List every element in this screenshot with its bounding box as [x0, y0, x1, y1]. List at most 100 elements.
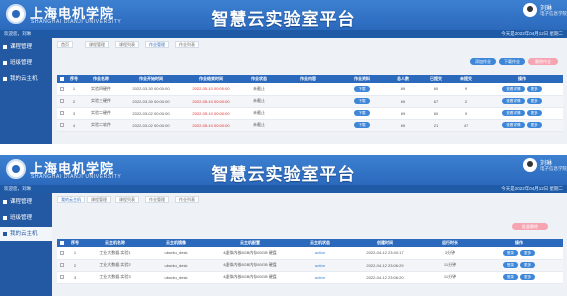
table-row: 4 实验二软件 2022-03-02 00:00:00 2022-05-10 0…: [57, 119, 563, 132]
row-checkbox[interactable]: [57, 95, 67, 108]
total-count: 69: [385, 119, 421, 132]
tab-homework-list[interactable]: 作业列表: [175, 41, 199, 48]
column-header: 作业内容: [277, 75, 339, 83]
homework-name: 实验三硬件: [81, 95, 121, 108]
homework-table: 序号 作业名称 作业开始时间 作业结束时间 作业状态 作业内容 作业资料 总人数…: [57, 75, 563, 132]
run-duration: 3分钟: [425, 247, 475, 260]
platform-title: 智慧云实验室平台: [211, 165, 356, 184]
row-number: 3: [67, 271, 83, 284]
start-time: 2022-03-02 00:00:00: [121, 119, 181, 132]
tab-course[interactable]: 课程管理: [85, 41, 109, 48]
column-header: 未提交: [451, 75, 481, 83]
batch-delete-button[interactable]: 批量删除: [512, 223, 548, 230]
column-header: 总人数: [385, 75, 421, 83]
view-details-button[interactable]: 查看详情: [502, 85, 525, 92]
row-checkbox[interactable]: [57, 247, 67, 260]
created-time: 2022-04-12 23:06:29: [345, 259, 425, 272]
more-button[interactable]: 更多: [526, 98, 542, 104]
tab-cloud-host[interactable]: 我的云主机: [57, 196, 85, 203]
download-button[interactable]: 下载: [354, 85, 370, 92]
more-button[interactable]: 更多: [526, 85, 542, 92]
homework-content: [277, 83, 339, 96]
download-button[interactable]: 下载: [354, 122, 370, 128]
info-bar: 欢迎您，刘琳 今天是2022年04月12日 星期二: [0, 185, 567, 193]
total-count: 69: [385, 95, 421, 108]
tab-homework[interactable]: 作业管理: [145, 196, 169, 203]
row-checkbox[interactable]: [57, 119, 67, 132]
user-role: 电子信息学院: [540, 11, 567, 16]
select-all-checkbox[interactable]: [57, 75, 67, 83]
view-details-button[interactable]: 查看详情: [502, 98, 525, 104]
homework-file-cell: 下载: [339, 83, 385, 96]
start-time: 2022-03-02 00:00:00: [121, 107, 181, 120]
sidebar-item-class[interactable]: 班级管理: [0, 56, 52, 70]
more-button[interactable]: 更多: [526, 122, 542, 128]
table-header: 序号 云主机名称 云主机镜像 云主机配置 云主机状态 创建时间 运行时长 操作: [57, 239, 563, 247]
view-details-button[interactable]: 查看详情: [502, 110, 525, 116]
host-name: 工业大数据-实验3: [83, 271, 147, 284]
homework-file-cell: 下载: [339, 95, 385, 108]
homework-name: 实验二硬件: [81, 107, 121, 120]
user-role: 电子信息学院: [540, 166, 567, 171]
sidebar: 课程管理 班级管理 我的云主机: [0, 38, 52, 144]
submitted-count: 67: [421, 95, 451, 108]
sidebar-item-label: 班级管理: [10, 215, 33, 221]
column-header: 已提交: [421, 75, 451, 83]
homework-content: [277, 107, 339, 120]
row-checkbox[interactable]: [57, 271, 67, 284]
homework-status: 未截止: [241, 107, 277, 120]
view-details-button[interactable]: 查看详情: [502, 122, 525, 128]
sidebar-item-course[interactable]: 课程管理: [0, 40, 52, 54]
sidebar-item-cloud-host[interactable]: 我的云主机: [0, 227, 52, 241]
login-button[interactable]: 登录: [502, 262, 518, 268]
more-button[interactable]: 更多: [520, 249, 536, 256]
tab-homework[interactable]: 作业管理: [145, 41, 169, 48]
submitted-count: 21: [421, 119, 451, 132]
host-image: ubuntu_desk: [147, 259, 205, 272]
table-row: 1 实验四硬件 2022-03-30 00:00:00 2022-05-10 0…: [57, 83, 563, 96]
user-avatar-icon[interactable]: [523, 3, 537, 17]
column-header: 操作: [481, 75, 563, 83]
row-actions: 登录 更多: [475, 247, 563, 260]
sidebar-item-cloud-host[interactable]: 我的云主机: [0, 72, 52, 86]
tab-homework-list[interactable]: 作业列表: [175, 196, 199, 203]
login-button[interactable]: 登录: [502, 274, 518, 280]
homework-name: 实验四硬件: [81, 83, 121, 96]
sidebar-item-class[interactable]: 班级管理: [0, 211, 52, 225]
welcome-text: 欢迎您，刘琳: [4, 31, 31, 36]
column-header: 操作: [475, 239, 563, 247]
run-duration: 11分钟: [425, 271, 475, 284]
tab-course-list[interactable]: 课程列表: [115, 41, 139, 48]
more-button[interactable]: 更多: [520, 274, 536, 280]
homework-file-cell: 下载: [339, 119, 385, 132]
total-count: 69: [385, 107, 421, 120]
select-all-checkbox[interactable]: [57, 239, 67, 247]
row-actions: 登录 更多: [475, 271, 563, 284]
homework-name: 实验二软件: [81, 119, 121, 132]
tab-course-list[interactable]: 课程列表: [115, 196, 139, 203]
delete-homework-button[interactable]: 删除作业: [528, 58, 558, 65]
login-button[interactable]: 登录: [502, 249, 518, 256]
download-button[interactable]: 下载: [354, 98, 370, 104]
user-avatar-icon[interactable]: [523, 158, 537, 172]
host-config: 4虚拟内核8GB内存60GB 硬盘: [205, 247, 295, 260]
row-checkbox[interactable]: [57, 83, 67, 96]
homework-status: 未截止: [241, 83, 277, 96]
more-button[interactable]: 更多: [520, 262, 536, 268]
host-config: 4虚拟内核8GB内存60GB 硬盘: [205, 271, 295, 284]
tab-home[interactable]: 首页: [57, 41, 73, 48]
row-actions: 查看详情 更多: [481, 83, 563, 96]
row-checkbox[interactable]: [57, 259, 67, 272]
column-header: 序号: [67, 75, 81, 83]
table-row: 2 工业大数据-实验2 ubuntu_desk 4虚拟内核8GB内存60GB 硬…: [57, 259, 563, 272]
unsubmitted-count: 9: [451, 83, 481, 96]
sidebar-item-course[interactable]: 课程管理: [0, 195, 52, 209]
row-checkbox[interactable]: [57, 107, 67, 120]
download-button[interactable]: 下载: [354, 110, 370, 116]
add-homework-button[interactable]: 添加作业: [470, 58, 496, 65]
download-homework-button[interactable]: 下载作业: [499, 58, 525, 65]
column-header: 云主机镜像: [147, 239, 205, 247]
platform-title: 智慧云实验室平台: [211, 10, 356, 29]
more-button[interactable]: 更多: [526, 110, 542, 116]
tab-course[interactable]: 课程管理: [87, 196, 111, 203]
